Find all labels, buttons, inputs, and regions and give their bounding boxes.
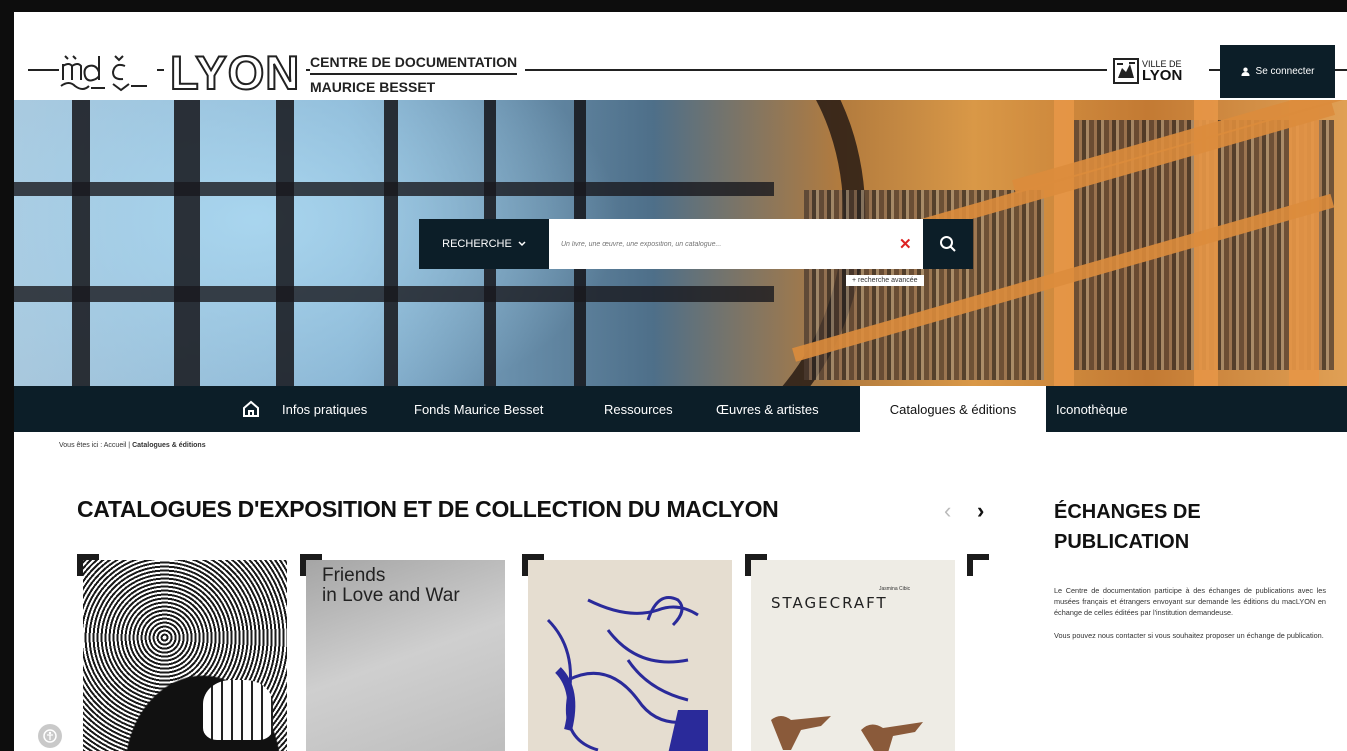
lyon-logo-text[interactable]: LYON xyxy=(164,48,307,97)
cover-drawing xyxy=(546,596,708,751)
cover-figures-image xyxy=(771,716,923,751)
catalogue-cover xyxy=(83,560,287,751)
mac-logo[interactable] xyxy=(59,49,157,95)
aside-paragraph: Vous pouvez nous contacter si vous souha… xyxy=(1054,631,1324,640)
breadcrumb-prefix: Vous êtes ici : xyxy=(59,442,103,449)
aside-paragraph: Le Centre de documentation participe à d… xyxy=(1054,586,1326,617)
nav-item-ressources[interactable]: Ressources xyxy=(598,386,679,432)
catalogue-card[interactable]: Jasmina Cibic STAGECRAFT xyxy=(745,554,955,751)
nav-item-iconotheque[interactable]: Iconothèque xyxy=(1050,386,1134,432)
breadcrumb-home[interactable]: Accueil xyxy=(104,442,127,449)
cover-title-line2: in Love and War xyxy=(322,585,460,606)
catalogue-card[interactable] xyxy=(522,554,732,751)
search-input[interactable] xyxy=(549,219,923,269)
home-icon xyxy=(243,400,259,417)
advanced-search-link[interactable]: + recherche avancée xyxy=(846,275,924,286)
search-icon xyxy=(940,236,956,252)
home-link[interactable] xyxy=(240,398,264,422)
catalogue-cover: Jasmina Cibic STAGECRAFT xyxy=(751,560,955,751)
main-nav: Infos pratiques Fonds Maurice Besset Res… xyxy=(14,386,1347,432)
site-header: LYON CENTRE DE DOCUMENTATION MAURICE BES… xyxy=(14,12,1347,100)
hero-banner: RECHERCHE ✕ + recherche avancée xyxy=(14,100,1347,386)
nav-item-fonds-maurice-besset[interactable]: Fonds Maurice Besset xyxy=(408,386,549,432)
breadcrumb-current: Catalogues & éditions xyxy=(132,442,206,449)
breadcrumb: Vous êtes ici : Accueil | Catalogues & é… xyxy=(59,442,206,449)
cover-title: Friends in Love and War xyxy=(322,566,460,606)
cover-mouth-image xyxy=(203,680,273,740)
carousel-next-button[interactable]: › xyxy=(977,498,984,524)
catalogue-card-partial[interactable] xyxy=(967,554,989,751)
section-title: CATALOGUES D'EXPOSITION ET DE COLLECTION… xyxy=(77,496,779,522)
breadcrumb-separator: | xyxy=(128,442,131,449)
search-button[interactable] xyxy=(923,219,973,269)
cover-title-line1: Friends xyxy=(322,565,386,586)
card-corner-mark xyxy=(745,554,767,576)
search-bar: RECHERCHE ✕ xyxy=(419,219,973,269)
login-button[interactable]: Se connecter xyxy=(1220,45,1335,98)
catalogue-cover: Friends in Love and War xyxy=(306,560,505,751)
window-frame xyxy=(72,100,90,386)
chevron-down-icon xyxy=(518,241,526,247)
centre-title: CENTRE DE DOCUMENTATION MAURICE BESSET xyxy=(310,52,526,97)
ville-big-text: LYON xyxy=(1142,66,1183,84)
shelf-post xyxy=(1289,100,1319,386)
cover-author: Jasmina Cibic xyxy=(879,586,911,592)
lion-icon xyxy=(1113,58,1139,84)
nav-item-oeuvres-artistes[interactable]: Œuvres & artistes xyxy=(710,386,825,432)
ville-logo-text: VILLE DE LYON xyxy=(1142,59,1183,84)
card-corner-mark xyxy=(967,554,989,576)
browser-frame-left xyxy=(0,0,14,751)
card-corner-mark xyxy=(522,554,544,576)
window-frame xyxy=(384,100,398,386)
aside-title: ÉCHANGES DE PUBLICATION xyxy=(1054,501,1201,553)
search-select-label: RECHERCHE xyxy=(442,238,512,250)
window-frame xyxy=(174,100,200,386)
search-type-select[interactable]: RECHERCHE xyxy=(419,219,549,269)
catalogue-card[interactable] xyxy=(77,554,287,751)
nav-item-infos-pratiques[interactable]: Infos pratiques xyxy=(276,386,373,432)
catalogue-card[interactable]: Friends in Love and War xyxy=(300,554,505,751)
nav-item-catalogues-editions[interactable]: Catalogues & éditions xyxy=(860,386,1046,432)
ville-de-lyon-logo[interactable]: VILLE DE LYON xyxy=(1107,55,1209,87)
aside-text: Le Centre de documentation participe à d… xyxy=(1054,585,1326,653)
centre-title-line2: MAURICE BESSET xyxy=(310,79,436,95)
cover-title: STAGECRAFT xyxy=(771,594,888,612)
card-corner-mark xyxy=(300,554,322,576)
card-corner-mark xyxy=(77,554,99,576)
accessibility-icon xyxy=(43,729,57,743)
page: LYON CENTRE DE DOCUMENTATION MAURICE BES… xyxy=(14,12,1347,751)
mac-logo-icon xyxy=(60,55,147,92)
user-icon xyxy=(1240,67,1250,76)
window-frame xyxy=(276,100,294,386)
clear-search-icon[interactable]: ✕ xyxy=(899,235,912,253)
carousel-prev-button[interactable]: ‹ xyxy=(944,498,951,524)
browser-frame-top xyxy=(0,0,1347,12)
centre-title-line1: CENTRE DE DOCUMENTATION xyxy=(310,52,518,75)
shelf-post xyxy=(1054,100,1074,386)
catalogue-cover xyxy=(528,560,732,751)
accessibility-button[interactable] xyxy=(38,724,62,748)
login-button-label: Se connecter xyxy=(1255,66,1315,77)
